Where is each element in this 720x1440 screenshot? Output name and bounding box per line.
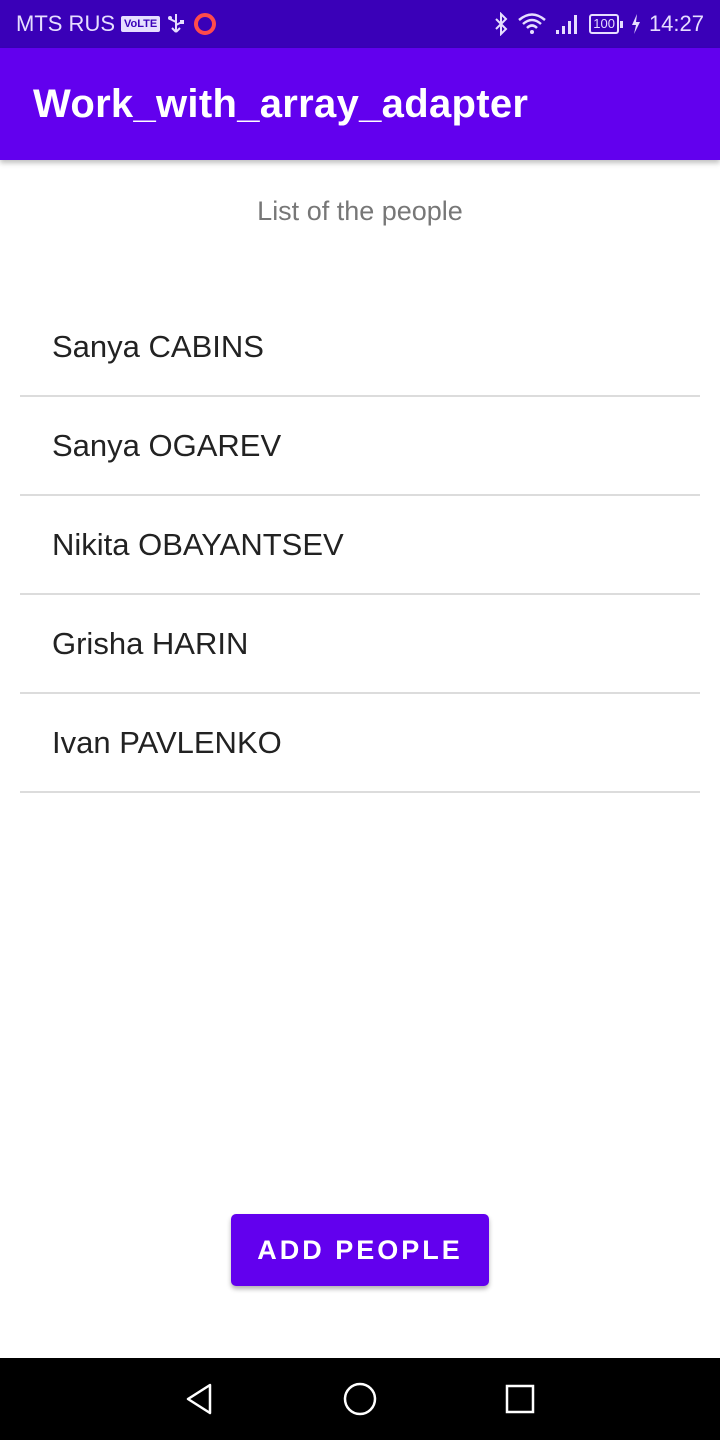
people-list: Sanya CABINS Sanya OGAREV Nikita OBAYANT… <box>20 298 700 793</box>
circle-notification-icon <box>192 11 218 37</box>
list-header: List of the people <box>257 196 463 226</box>
status-bar-right: 100 14:27 <box>493 0 704 48</box>
bluetooth-icon <box>493 12 509 36</box>
back-icon[interactable] <box>160 1358 240 1440</box>
list-item[interactable]: Grisha HARIN <box>20 595 700 694</box>
list-item[interactable]: Sanya OGAREV <box>20 397 700 496</box>
battery-icon: 100 <box>589 14 623 34</box>
list-item[interactable]: Sanya CABINS <box>20 298 700 397</box>
home-icon[interactable] <box>320 1358 400 1440</box>
recents-icon[interactable] <box>480 1358 560 1440</box>
status-bar: MTS RUS VoLTE 100 14:27 <box>0 0 720 48</box>
screen: MTS RUS VoLTE 100 14:27 Work_with_array_… <box>0 0 720 1440</box>
carrier-name: MTS RUS <box>16 11 115 36</box>
app-bar: Work_with_array_adapter <box>0 48 720 160</box>
list-item[interactable]: Nikita OBAYANTSEV <box>20 496 700 595</box>
app-title: Work_with_array_adapter <box>33 82 529 126</box>
wifi-icon <box>517 12 547 36</box>
volte-icon: VoLTE <box>121 16 161 32</box>
list-item[interactable]: Ivan PAVLENKO <box>20 694 700 793</box>
signal-icon <box>555 13 581 35</box>
charging-icon <box>631 13 641 35</box>
navigation-bar <box>0 1358 720 1440</box>
usb-icon <box>166 12 186 36</box>
battery-level: 100 <box>589 14 619 34</box>
status-bar-left: MTS RUS VoLTE <box>16 0 218 48</box>
status-time: 14:27 <box>648 11 704 36</box>
add-people-button[interactable]: ADD PEOPLE <box>231 1214 489 1286</box>
